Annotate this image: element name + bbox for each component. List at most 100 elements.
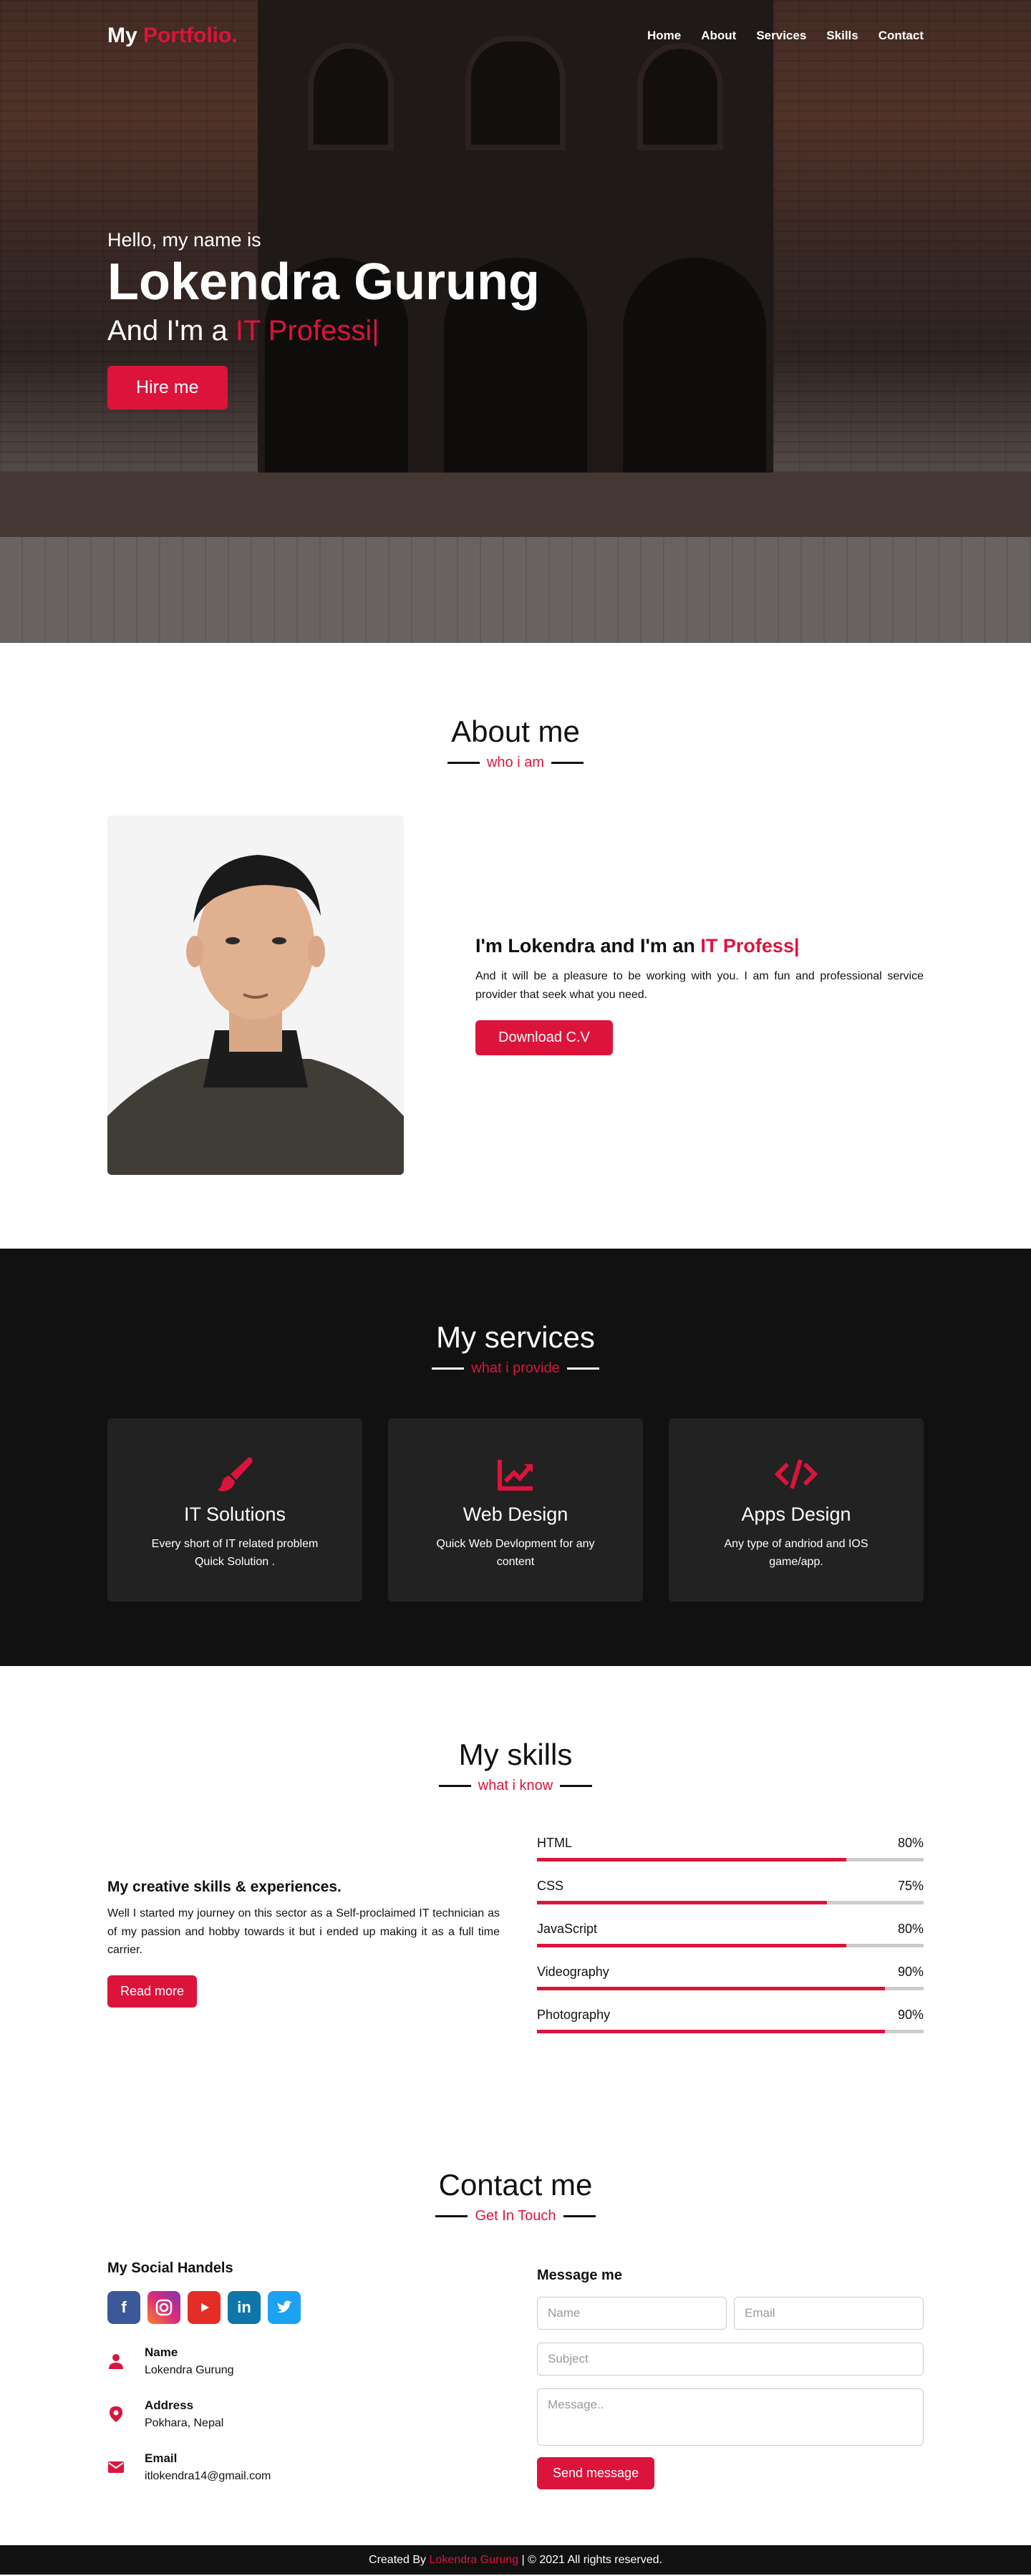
service-description: Any type of andriod and IOS game/app.	[724, 1538, 868, 1568]
user-icon	[109, 2354, 123, 2369]
services-subtitle-row: what i provide	[107, 1360, 924, 1377]
service-description: Quick Web Devlopment for any content	[436, 1538, 595, 1568]
nav-menu: Home About Services Skills Contact	[647, 29, 924, 43]
hero-name: Lokendra Gurung	[107, 253, 541, 311]
skill-bar: CSS 75%	[537, 1879, 924, 1904]
service-title: IT Solutions	[183, 1504, 286, 1525]
info-name: Name Lokendra Gurung	[107, 2345, 500, 2377]
social-heading: My Social Handels	[107, 2260, 233, 2276]
divider-line	[447, 762, 480, 764]
nav-link-skills[interactable]: Skills	[826, 29, 858, 43]
skills-description: Well I started my journey on this sector…	[107, 1907, 500, 1957]
email-input[interactable]	[734, 2297, 924, 2330]
hero-section: Hello, my name is Lokendra Gurung And I'…	[0, 0, 1031, 643]
instagram-icon[interactable]	[147, 2291, 180, 2324]
skill-fill	[537, 1901, 827, 1904]
about-heading: I'm Lokendra and I'm an IT Profess|	[475, 935, 924, 957]
service-description: Every short of IT related problem Quick …	[151, 1538, 319, 1568]
divider-line	[435, 2215, 468, 2217]
youtube-icon[interactable]	[188, 2291, 221, 2324]
contact-body: My Social Handels f in Name Lokendra Gur…	[107, 2260, 924, 2489]
divider-line	[563, 2215, 596, 2217]
social-links: f in	[107, 2291, 500, 2324]
skill-name: CSS	[537, 1879, 564, 1893]
map-pin-icon	[110, 2406, 122, 2422]
nav-link-home[interactable]: Home	[647, 29, 681, 43]
skills-subtitle: what i know	[478, 1778, 553, 1793]
profile-photo	[107, 815, 404, 1175]
service-title: Web Design	[463, 1504, 568, 1525]
contact-subtitle-row: Get In Touch	[107, 2208, 924, 2224]
info-label: Email	[145, 2451, 178, 2465]
form-row	[537, 2343, 924, 2376]
subject-input[interactable]	[537, 2343, 924, 2376]
nav-link-contact[interactable]: Contact	[878, 29, 924, 43]
hero-role-prefix: And I'm a	[107, 315, 228, 347]
divider-line	[438, 1785, 471, 1787]
skill-name: Photography	[537, 2008, 611, 2022]
skill-track	[537, 1944, 924, 1947]
skill-fill	[537, 1858, 846, 1861]
contact-info: My Social Handels f in Name Lokendra Gur…	[107, 2260, 500, 2489]
linkedin-icon[interactable]: in	[228, 2291, 261, 2324]
message-input[interactable]	[537, 2388, 924, 2446]
skills-subtitle-row: what i know	[107, 1778, 924, 1794]
service-title: Apps Design	[741, 1504, 851, 1525]
about-subtitle-row: who i am	[107, 755, 924, 771]
skill-bars: HTML 80% CSS 75% JavaScript 80% Videography…	[537, 1836, 924, 2050]
skill-percent: 80%	[897, 1922, 924, 1936]
skill-name: JavaScript	[537, 1922, 598, 1936]
send-message-button[interactable]: Send message	[537, 2457, 655, 2489]
nav-link-about[interactable]: About	[701, 29, 736, 43]
logo-accent-text: Portfolio.	[143, 24, 238, 47]
navbar: My Portfolio. Home About Services Skills…	[0, 0, 1031, 72]
skill-bar: Videography 90%	[537, 1965, 924, 1990]
nav-link-services[interactable]: Services	[756, 29, 806, 43]
info-value: Pokhara, Nepal	[145, 2417, 224, 2429]
footer-copyright: | © 2021 All rights reserved.	[521, 2553, 662, 2566]
info-label: Address	[145, 2398, 194, 2412]
paintbrush-icon	[218, 1457, 253, 1491]
skill-fill	[537, 1944, 846, 1947]
read-more-button[interactable]: Read more	[107, 1975, 198, 2008]
envelope-icon	[108, 2461, 124, 2473]
site-logo[interactable]: My Portfolio.	[107, 24, 238, 48]
services-title: My services	[436, 1320, 595, 1354]
divider-line	[560, 1785, 593, 1787]
info-label: Name	[145, 2345, 178, 2359]
about-description: And it will be a pleasure to be working …	[475, 970, 924, 1001]
form-row	[537, 2388, 924, 2446]
download-cv-button[interactable]: Download C.V	[475, 1020, 613, 1055]
footer-author-link[interactable]: Lokendra Gurung	[430, 2554, 519, 2567]
chart-line-icon	[498, 1460, 533, 1491]
skill-fill	[537, 1987, 885, 1990]
info-value: itlokendra14@gmail.com	[145, 2470, 271, 2482]
divider-line	[432, 1367, 465, 1370]
form-heading: Message me	[537, 2267, 622, 2283]
skill-bar: Photography 90%	[537, 2008, 924, 2033]
about-heading-prefix: I'm Lokendra and I'm an	[475, 935, 695, 957]
profile-photo-illustration	[107, 815, 404, 1175]
about-section: About me who i am I'm Lokendra and I'm a…	[0, 643, 1031, 1249]
facebook-icon[interactable]: f	[107, 2291, 140, 2324]
about-subtitle: who i am	[486, 755, 545, 770]
skill-bar: HTML 80%	[537, 1836, 924, 1861]
about-title: About me	[451, 715, 580, 748]
service-card[interactable]: Apps Design Any type of andriod and IOS …	[669, 1418, 924, 1602]
contact-title: Contact me	[438, 2168, 593, 2202]
skill-fill	[537, 2030, 885, 2033]
contact-section: Contact me Get In Touch My Social Handel…	[0, 2111, 1031, 2545]
service-card[interactable]: IT Solutions Every short of IT related p…	[107, 1418, 362, 1602]
skill-name: Videography	[537, 1965, 609, 1979]
name-input[interactable]	[537, 2297, 727, 2330]
service-card[interactable]: Web Design Quick Web Devlopment for any …	[388, 1418, 643, 1602]
services-subtitle: what i provide	[471, 1360, 560, 1376]
footer: Created By Lokendra Gurung | © 2021 All …	[0, 2545, 1031, 2575]
skill-track	[537, 1858, 924, 1861]
divider-line	[566, 1367, 599, 1370]
logo-text: My	[107, 24, 137, 47]
hire-me-button[interactable]: Hire me	[107, 366, 228, 410]
twitter-icon[interactable]	[268, 2291, 301, 2324]
skill-track	[537, 1901, 924, 1904]
skill-name: HTML	[537, 1836, 572, 1850]
